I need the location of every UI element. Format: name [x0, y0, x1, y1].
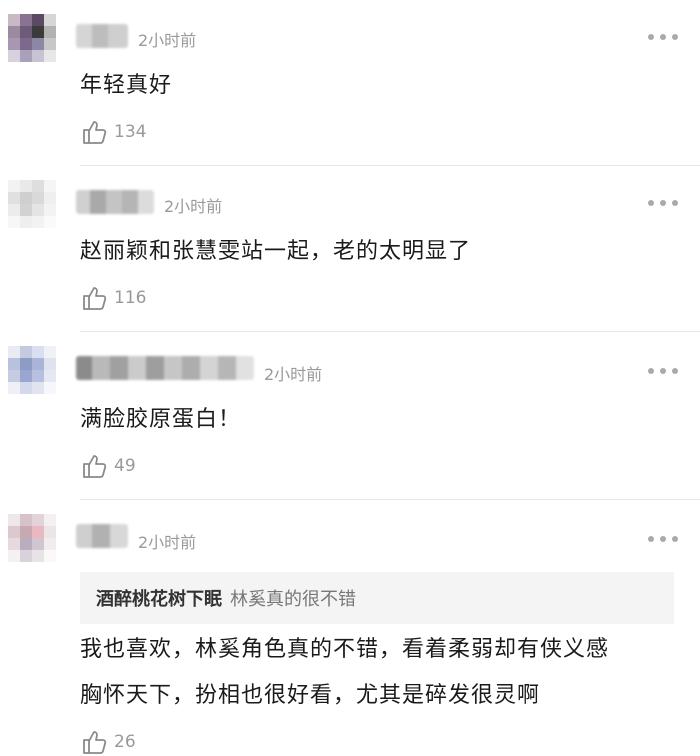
more-dots-icon[interactable] [648, 534, 678, 544]
comment-item: 2小时前 年轻真好 134 [0, 0, 700, 166]
thumbs-up-icon [83, 455, 107, 478]
username-blurred[interactable] [76, 24, 128, 48]
avatar[interactable] [8, 346, 56, 394]
comment-item: 2小时前 酒醉桃花树下眠 林奚真的很不错 我也喜欢，林奚角色真的不错，看着柔弱却… [0, 500, 700, 754]
more-dots-icon[interactable] [648, 32, 678, 42]
comment-time: 2小时前 [138, 533, 197, 552]
comment-text: 赵丽颖和张慧雯站一起，老的太明显了 [80, 239, 472, 264]
more-dots-icon[interactable] [648, 198, 678, 208]
comment-item: 2小时前 满脸胶原蛋白！ 49 [0, 332, 700, 500]
thumbs-up-icon [83, 731, 107, 754]
comment-text-line: 我也喜欢，林奚角色真的不错，看着柔弱却有侠义感 [80, 637, 610, 662]
username-blurred[interactable] [76, 190, 154, 214]
username-blurred[interactable] [76, 356, 254, 380]
avatar[interactable] [8, 180, 56, 228]
quoted-username[interactable]: 酒醉桃花树下眠 [96, 585, 222, 611]
quoted-reply[interactable]: 酒醉桃花树下眠 林奚真的很不错 [80, 572, 674, 624]
comment-text: 满脸胶原蛋白！ [80, 407, 242, 432]
comment-time: 2小时前 [264, 365, 323, 384]
like-button[interactable]: 116 [80, 284, 146, 312]
like-button[interactable]: 134 [80, 118, 146, 146]
like-count: 26 [114, 732, 136, 752]
like-button[interactable]: 49 [80, 452, 136, 480]
like-count: 134 [114, 122, 147, 142]
comment-time: 2小时前 [138, 31, 197, 50]
thumbs-up-icon [83, 287, 107, 310]
like-count: 49 [114, 456, 136, 476]
more-dots-icon[interactable] [648, 366, 678, 376]
like-button[interactable]: 26 [80, 728, 136, 756]
avatar[interactable] [8, 14, 56, 62]
comment-text: 年轻真好 [80, 73, 173, 98]
comment-text-line: 胸怀天下，扮相也很好看，尤其是碎发很灵啊 [80, 683, 541, 708]
like-count: 116 [114, 288, 147, 308]
comment-time: 2小时前 [164, 197, 223, 216]
comment-item: 2小时前 赵丽颖和张慧雯站一起，老的太明显了 116 [0, 166, 700, 332]
thumbs-up-icon [83, 121, 107, 144]
username-blurred[interactable] [76, 524, 128, 548]
quoted-text: 林奚真的很不错 [230, 589, 356, 610]
avatar[interactable] [8, 514, 56, 562]
